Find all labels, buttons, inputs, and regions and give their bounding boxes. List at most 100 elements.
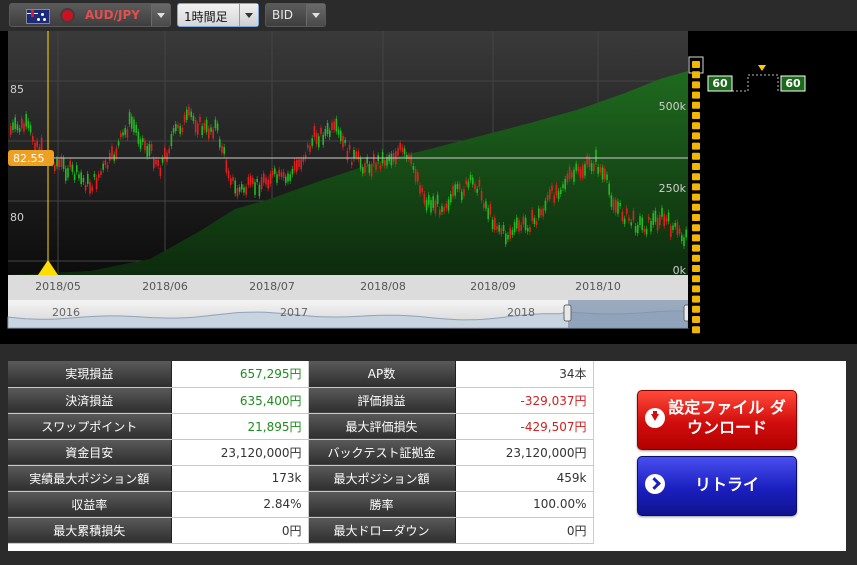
result-label: 最大累積損失	[8, 517, 172, 544]
price-label-85: 85	[10, 83, 24, 96]
download-settings-button[interactable]: 設定ファイル ダウンロード	[637, 390, 797, 450]
candle-body	[335, 118, 338, 132]
order-marker-icon[interactable]	[692, 101, 700, 109]
retry-button[interactable]: リトライ	[637, 456, 797, 516]
price-chart[interactable]: 85 80 82.55 500k 250k 0k 2018/05 2018/06 2…	[0, 31, 857, 344]
candle-body	[280, 172, 283, 177]
candle-body	[408, 155, 410, 160]
candle-body	[265, 177, 267, 185]
price-type-select[interactable]: BID	[265, 3, 326, 27]
chevron-down-icon[interactable]	[151, 4, 170, 26]
candle-body	[238, 187, 241, 192]
candle-body	[247, 176, 250, 185]
candle-body	[34, 142, 36, 151]
candle-body	[500, 228, 503, 235]
candle-body	[133, 119, 135, 133]
order-marker-icon[interactable]	[692, 91, 700, 99]
chevron-down-icon[interactable]	[239, 4, 258, 26]
result-value: 459k	[455, 465, 594, 492]
candle-body	[346, 150, 349, 161]
order-marker-icon[interactable]	[692, 316, 700, 323]
candle-body	[544, 200, 547, 211]
candle-body	[667, 212, 670, 222]
order-marker-icon[interactable]	[692, 81, 700, 89]
timeframe-select[interactable]: 1時間足	[177, 3, 259, 27]
order-marker-icon[interactable]	[692, 152, 700, 160]
order-marker-icon[interactable]	[692, 224, 700, 232]
candle-body	[329, 130, 331, 137]
order-marker-icon[interactable]	[692, 285, 700, 293]
candle-body	[21, 118, 23, 129]
candle-body	[439, 209, 441, 216]
order-marker-icon[interactable]	[692, 254, 700, 262]
order-marker-icon[interactable]	[692, 275, 700, 283]
order-marker-icon[interactable]	[692, 305, 700, 313]
download-icon	[645, 408, 665, 428]
result-value: -429,507円	[455, 413, 594, 440]
candle-body	[672, 225, 674, 230]
candle-body	[454, 184, 456, 196]
candle-body	[623, 218, 626, 224]
candle-body	[370, 164, 373, 177]
candle-body	[71, 164, 74, 172]
candle-body	[447, 199, 450, 211]
candle-body	[16, 124, 19, 131]
candle-body	[69, 160, 71, 168]
order-marker-icon[interactable]	[692, 295, 700, 303]
candle-body	[115, 148, 118, 158]
chart-panel[interactable]: 85 80 82.55 500k 250k 0k 2018/05 2018/06 2…	[0, 31, 857, 344]
order-marker-icon[interactable]	[692, 122, 700, 130]
candle-body	[100, 171, 102, 175]
order-marker-icon[interactable]	[692, 244, 700, 252]
candle-body	[192, 115, 195, 122]
candle-body	[617, 201, 619, 214]
order-marker-icon[interactable]	[692, 61, 700, 68]
candle-body	[300, 159, 302, 170]
candle-body	[120, 133, 122, 138]
order-marker-icon[interactable]	[692, 183, 700, 191]
navigator-label-2018: 2018	[507, 306, 535, 319]
candle-body	[111, 146, 113, 157]
order-marker-icon[interactable]	[692, 203, 700, 211]
candle-body	[210, 127, 212, 132]
candle-body	[313, 126, 316, 137]
order-marker-icon[interactable]	[692, 234, 700, 242]
candle-body	[524, 217, 527, 231]
candle-body	[641, 217, 643, 231]
candle-body	[214, 119, 217, 129]
order-marker-icon[interactable]	[692, 326, 700, 334]
candle-body	[487, 208, 489, 220]
candle-body	[456, 184, 459, 190]
candle-body	[131, 116, 133, 129]
order-marker-icon[interactable]	[692, 214, 700, 221]
candle-body	[320, 127, 322, 134]
order-marker-icon[interactable]	[692, 193, 700, 201]
candle-body	[628, 217, 630, 221]
candle-body	[599, 166, 602, 173]
order-marker-icon[interactable]	[692, 173, 700, 181]
candle-body	[379, 165, 382, 169]
candle-body	[626, 208, 628, 214]
order-marker-icon[interactable]	[692, 163, 700, 170]
candle-body	[291, 168, 294, 175]
order-markers[interactable]	[692, 61, 700, 334]
order-marker-icon[interactable]	[692, 142, 700, 150]
marker-value-1: 60	[712, 77, 728, 90]
order-marker-icon[interactable]	[692, 71, 700, 79]
order-marker-icon[interactable]	[692, 265, 700, 272]
candle-body	[161, 157, 164, 163]
navigator-left-handle[interactable]	[563, 304, 572, 322]
currency-pair-select[interactable]: AUD/JPY	[9, 3, 171, 27]
position-label-500k: 500k	[659, 100, 687, 113]
candle-body	[681, 235, 683, 241]
candle-body	[137, 131, 140, 144]
currency-pair-label: AUD/JPY	[85, 8, 140, 22]
order-marker-icon[interactable]	[692, 112, 700, 119]
navigator-selection[interactable]	[568, 300, 688, 328]
candle-body	[483, 203, 485, 208]
candle-body	[252, 177, 254, 185]
candle-body	[221, 145, 223, 153]
order-marker-icon[interactable]	[692, 132, 700, 140]
candle-body	[441, 206, 443, 212]
chevron-down-icon[interactable]	[306, 4, 325, 26]
